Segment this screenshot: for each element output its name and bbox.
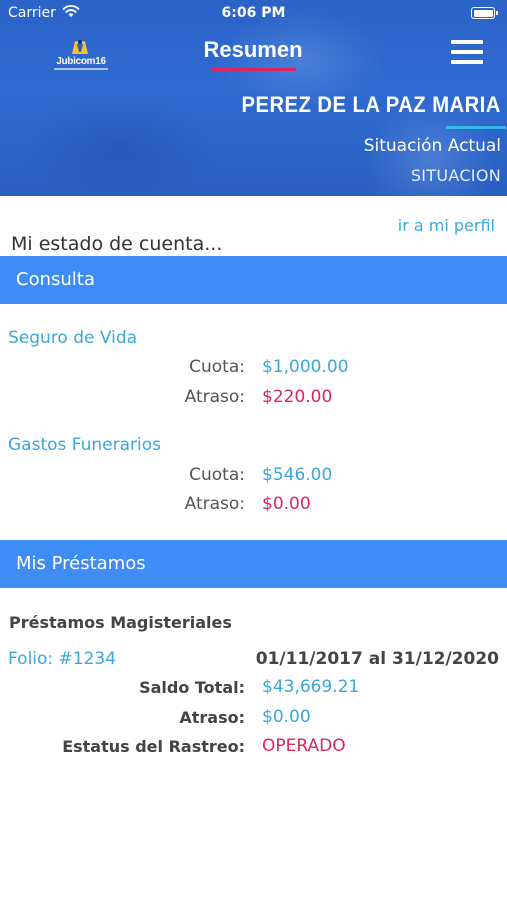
situation-value: SITUACION: [410, 166, 501, 185]
cuota-value: $546.00: [262, 465, 333, 485]
atraso-value: $220.00: [262, 387, 333, 407]
estatus-rastreo-value: OPERADO: [262, 736, 346, 756]
loan-atraso-value: $0.00: [262, 707, 311, 727]
prestamos-section-header: Mis Préstamos: [0, 540, 507, 588]
logo-tagline-line: [54, 68, 108, 70]
atraso-value: $0.00: [262, 494, 311, 514]
loan-date-range: 01/11/2017 al 31/12/2020: [255, 649, 499, 669]
logo-emblem-icon: [72, 39, 88, 54]
cuota-value: $1,000.00: [262, 357, 349, 377]
saldo-total-label: Saldo Total:: [139, 678, 245, 697]
atraso-label: Atraso:: [184, 494, 245, 514]
page-title: Resumen: [203, 37, 303, 62]
hamburger-menu-icon[interactable]: [449, 38, 485, 66]
app-header: Carrier 6:06 PM Jubicom16 Resumen PEREZ …: [0, 0, 507, 196]
saldo-total-value: $43,669.21: [262, 677, 360, 697]
loan-folio[interactable]: Folio: #1234: [8, 649, 116, 669]
logo-text: Jubicom16: [56, 56, 106, 67]
estatus-rastreo-label: Estatus del Rastreo:: [62, 737, 245, 756]
account-statement-title: Mi estado de cuenta...: [11, 233, 223, 255]
page-title-underline: [212, 68, 296, 71]
profile-link[interactable]: ir a mi perfil: [398, 216, 495, 235]
seguro-de-vida-title[interactable]: Seguro de Vida: [8, 328, 137, 348]
status-bar: Carrier 6:06 PM: [0, 0, 507, 28]
battery-icon: [471, 7, 498, 19]
loan-atraso-label: Atraso:: [179, 708, 245, 727]
clock: 6:06 PM: [221, 5, 286, 21]
cuota-label: Cuota:: [189, 357, 245, 377]
loan-type-title: Préstamos Magisteriales: [9, 613, 232, 632]
user-name-underline: [446, 126, 506, 129]
app-logo: Jubicom16: [52, 38, 110, 72]
user-name: PEREZ DE LA PAZ MARIA: [241, 92, 501, 117]
consulta-section-header: Consulta: [0, 256, 507, 304]
cuota-label: Cuota:: [189, 465, 245, 485]
situation-label: Situación Actual: [363, 136, 501, 156]
gastos-funerarios-title[interactable]: Gastos Funerarios: [8, 435, 161, 455]
atraso-label: Atraso:: [184, 387, 245, 407]
